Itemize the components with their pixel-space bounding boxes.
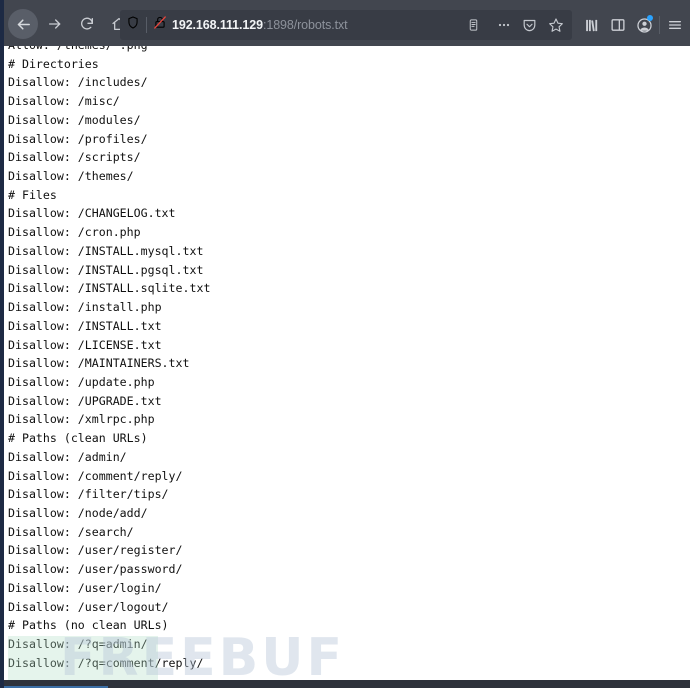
account-avatar-icon[interactable] (631, 11, 657, 39)
text-line: Disallow: /INSTALL.txt (8, 318, 162, 333)
text-line: Disallow: /xmlrpc.php (8, 412, 155, 427)
back-arrow-icon (15, 16, 32, 33)
text-line: Disallow: /themes/ (8, 169, 134, 184)
text-line: Disallow: /INSTALL.sqlite.txt (8, 281, 211, 296)
url-host: 192.168.111.129 (172, 18, 263, 32)
text-line: Disallow: /INSTALL.mysql.txt (8, 243, 204, 258)
text-line: Disallow: /search/ (8, 524, 134, 539)
forward-arrow-icon (47, 16, 63, 32)
identity-separator (146, 17, 147, 33)
chrome-separator (659, 16, 660, 34)
padlock-crossed-icon[interactable] (153, 15, 167, 35)
ellipsis-icon[interactable] (491, 12, 516, 38)
text-line: Disallow: /includes/ (8, 75, 148, 90)
text-line: Disallow: /node/add/ (8, 505, 148, 520)
chrome-right-icons (579, 10, 688, 40)
text-line: Disallow: /comment/reply/ (8, 468, 183, 483)
text-line: Disallow: /UPGRADE.txt (8, 393, 162, 408)
text-line: Disallow: /modules/ (8, 112, 141, 127)
url-actions-divider (488, 17, 489, 34)
url-input[interactable]: 192.168.111.129:1898/robots.txt (167, 18, 461, 32)
text-line: Disallow: /user/logout/ (8, 599, 169, 614)
url-bar[interactable]: 192.168.111.129:1898/robots.txt (120, 10, 572, 40)
text-line: Disallow: /misc/ (8, 94, 120, 109)
text-line: Disallow: /install.php (8, 300, 162, 315)
sidebar-icon[interactable] (605, 11, 631, 39)
text-line: Disallow: /MAINTAINERS.txt (8, 356, 190, 371)
text-line: Disallow: /CHANGELOG.txt (8, 206, 176, 221)
hamburger-menu-icon[interactable] (662, 11, 688, 39)
text-line: Disallow: /profiles/ (8, 131, 148, 146)
plaintext-body: Allow: /themes/*.png# Directories Disallo… (8, 46, 210, 672)
text-line: # Paths (clean URLs) (8, 431, 148, 446)
text-line: Disallow: /user/password/ (8, 562, 183, 577)
text-line: Disallow: /update.php (8, 374, 155, 389)
window-left-edge (0, 0, 4, 688)
account-notification-dot (647, 15, 653, 21)
text-line: Allow: /themes/*.png (8, 46, 210, 55)
text-line: Disallow: /user/register/ (8, 543, 183, 558)
text-line: Disallow: /LICENSE.txt (8, 337, 162, 352)
text-line: Disallow: /?q=admin/ (8, 637, 148, 651)
identity-box[interactable] (126, 15, 167, 35)
pocket-icon[interactable] (517, 12, 542, 38)
url-bar-actions (461, 12, 568, 38)
text-line: # Directories (8, 56, 99, 71)
text-line: Disallow: /user/login/ (8, 580, 162, 595)
forward-button[interactable] (40, 9, 70, 39)
text-line: # Paths (no clean URLs) (8, 618, 169, 633)
text-line: Disallow: /scripts/ (8, 150, 141, 165)
text-line: # Files (8, 187, 57, 202)
navigation-buttons (0, 9, 134, 39)
text-line: Disallow: /admin/ (8, 449, 127, 464)
text-line: Disallow: /?q=comment/reply/ (8, 655, 204, 670)
browser-toolbar: 192.168.111.129:1898/robots.txt (0, 0, 690, 46)
reader-view-icon[interactable] (461, 12, 486, 38)
star-icon[interactable] (543, 12, 568, 38)
browser-window: Allow: /themes/*.png# Directories Disallo… (0, 0, 690, 688)
reload-icon (79, 16, 95, 32)
reload-button[interactable] (72, 9, 102, 39)
back-button[interactable] (8, 9, 38, 39)
text-line: Disallow: /filter/tips/ (8, 487, 169, 502)
url-path: :1898/robots.txt (262, 18, 348, 32)
library-icon[interactable] (579, 11, 605, 39)
text-line: Disallow: /INSTALL.pgsql.txt (8, 262, 204, 277)
shield-icon[interactable] (126, 15, 140, 35)
text-line: Disallow: /cron.php (8, 225, 141, 240)
page-content-area[interactable]: Allow: /themes/*.png# Directories Disallo… (4, 46, 690, 680)
